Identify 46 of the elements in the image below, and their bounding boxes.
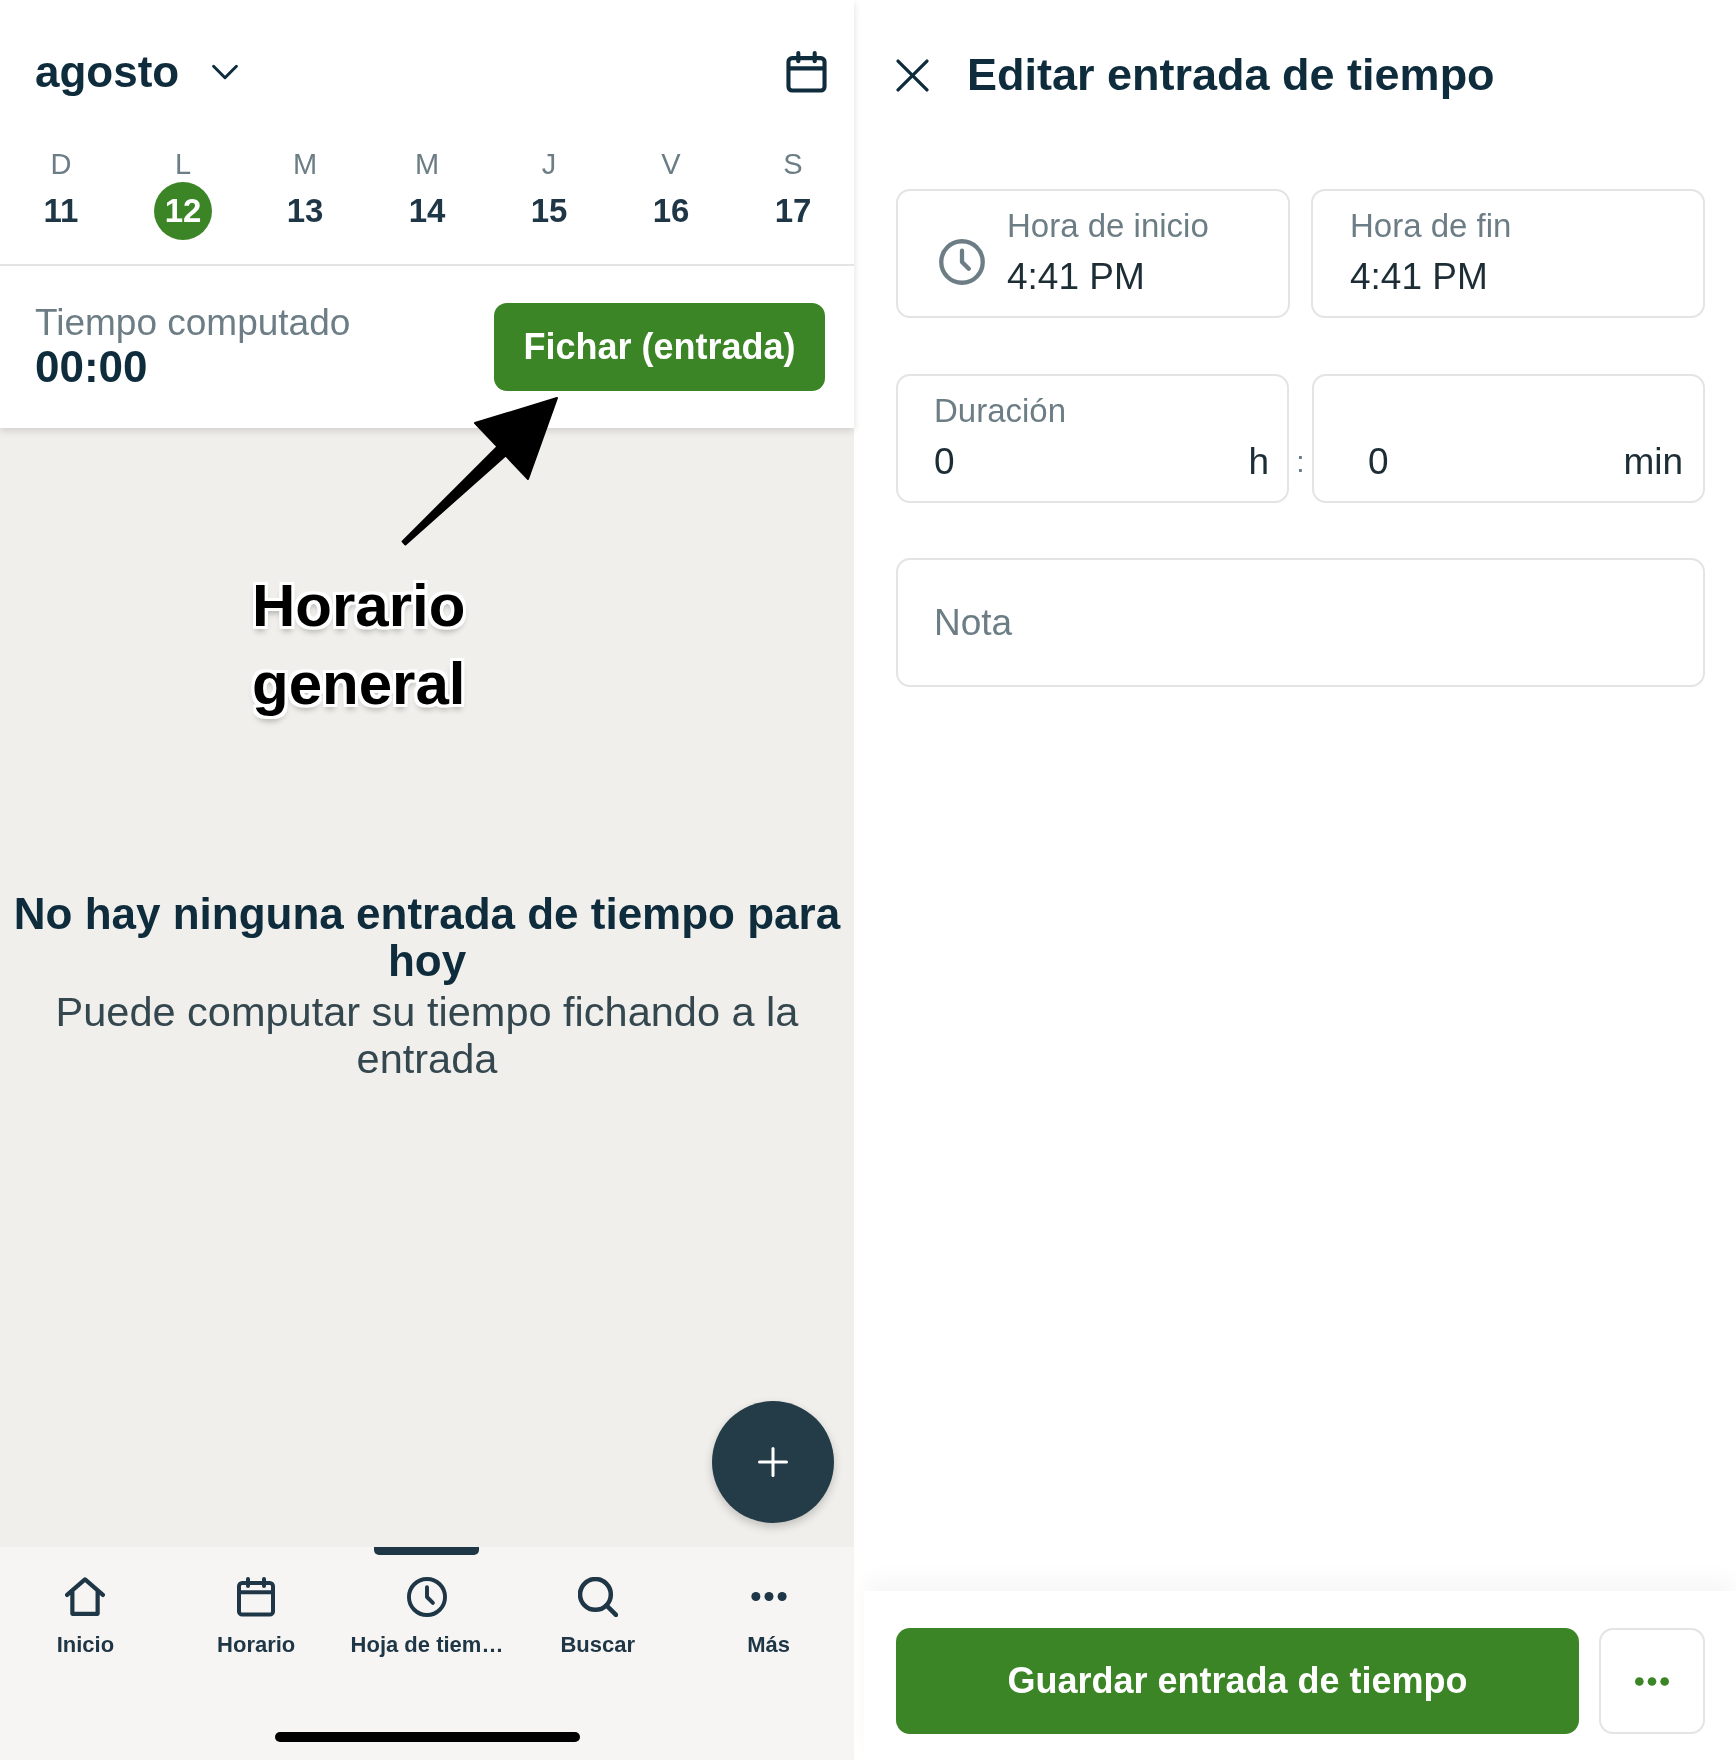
- calendar-icon[interactable]: [786, 51, 827, 93]
- empty-state-message: Puede computar su tiempo fichando a la entrada: [54, 988, 800, 1082]
- home-icon: [65, 1577, 106, 1617]
- time-separator: :: [1295, 444, 1306, 480]
- day-number[interactable]: 15: [520, 182, 578, 240]
- day-number[interactable]: 14: [398, 182, 456, 240]
- day-number[interactable]: 12: [154, 182, 212, 240]
- nav-tab[interactable]: Buscar: [512, 1547, 684, 1659]
- add-button[interactable]: [712, 1401, 834, 1523]
- empty-state-title: No hay ninguna entrada de tiempo para hoy: [12, 890, 842, 984]
- nav-tab[interactable]: Inicio: [0, 1547, 171, 1659]
- day-number[interactable]: 13: [276, 182, 334, 240]
- chevron-down-icon: [211, 64, 240, 80]
- duration-hours-field[interactable]: Duración 0 h: [896, 374, 1289, 503]
- nav-tab[interactable]: Hoja de tiem…: [341, 1547, 513, 1659]
- month-selector[interactable]: agosto: [35, 44, 240, 100]
- annotation-text: Horario general: [252, 571, 467, 719]
- weekday-label: D: [50, 147, 72, 182]
- computed-time-value: 00:00: [35, 343, 148, 391]
- day-number[interactable]: 16: [642, 182, 700, 240]
- weekday-label: L: [174, 147, 192, 182]
- computed-time-label: Tiempo computado: [35, 303, 351, 343]
- day-number[interactable]: 11: [32, 182, 90, 240]
- calendar-icon: [237, 1577, 276, 1617]
- clock-icon: [939, 238, 985, 285]
- duration-minutes-field[interactable]: 0 min: [1312, 374, 1705, 503]
- time-field[interactable]: Hora de fin 4:41 PM: [1311, 189, 1705, 318]
- search-icon: [577, 1577, 618, 1617]
- clock-in-button[interactable]: Fichar (entrada): [494, 303, 825, 391]
- close-icon[interactable]: [896, 58, 929, 92]
- weekday-label: S: [783, 147, 803, 182]
- more-icon: [750, 1592, 787, 1601]
- more-icon: [1635, 1676, 1669, 1686]
- clock-icon: [407, 1577, 447, 1617]
- panel-title: Editar entrada de tiempo: [967, 48, 1495, 102]
- weekday-label: J: [541, 147, 557, 182]
- plus-icon: [758, 1447, 788, 1477]
- save-button[interactable]: Guardar entrada de tiempo: [896, 1628, 1579, 1734]
- day-number[interactable]: 17: [764, 182, 822, 240]
- nav-tab[interactable]: Más: [683, 1547, 854, 1659]
- nav-tab[interactable]: Horario: [170, 1547, 342, 1659]
- weekday-label: V: [661, 147, 681, 182]
- weekday-label: M: [414, 147, 440, 182]
- time-field[interactable]: Hora de inicio 4:41 PM: [896, 189, 1290, 318]
- note-field[interactable]: Nota: [896, 558, 1705, 687]
- weekday-label: M: [292, 147, 318, 182]
